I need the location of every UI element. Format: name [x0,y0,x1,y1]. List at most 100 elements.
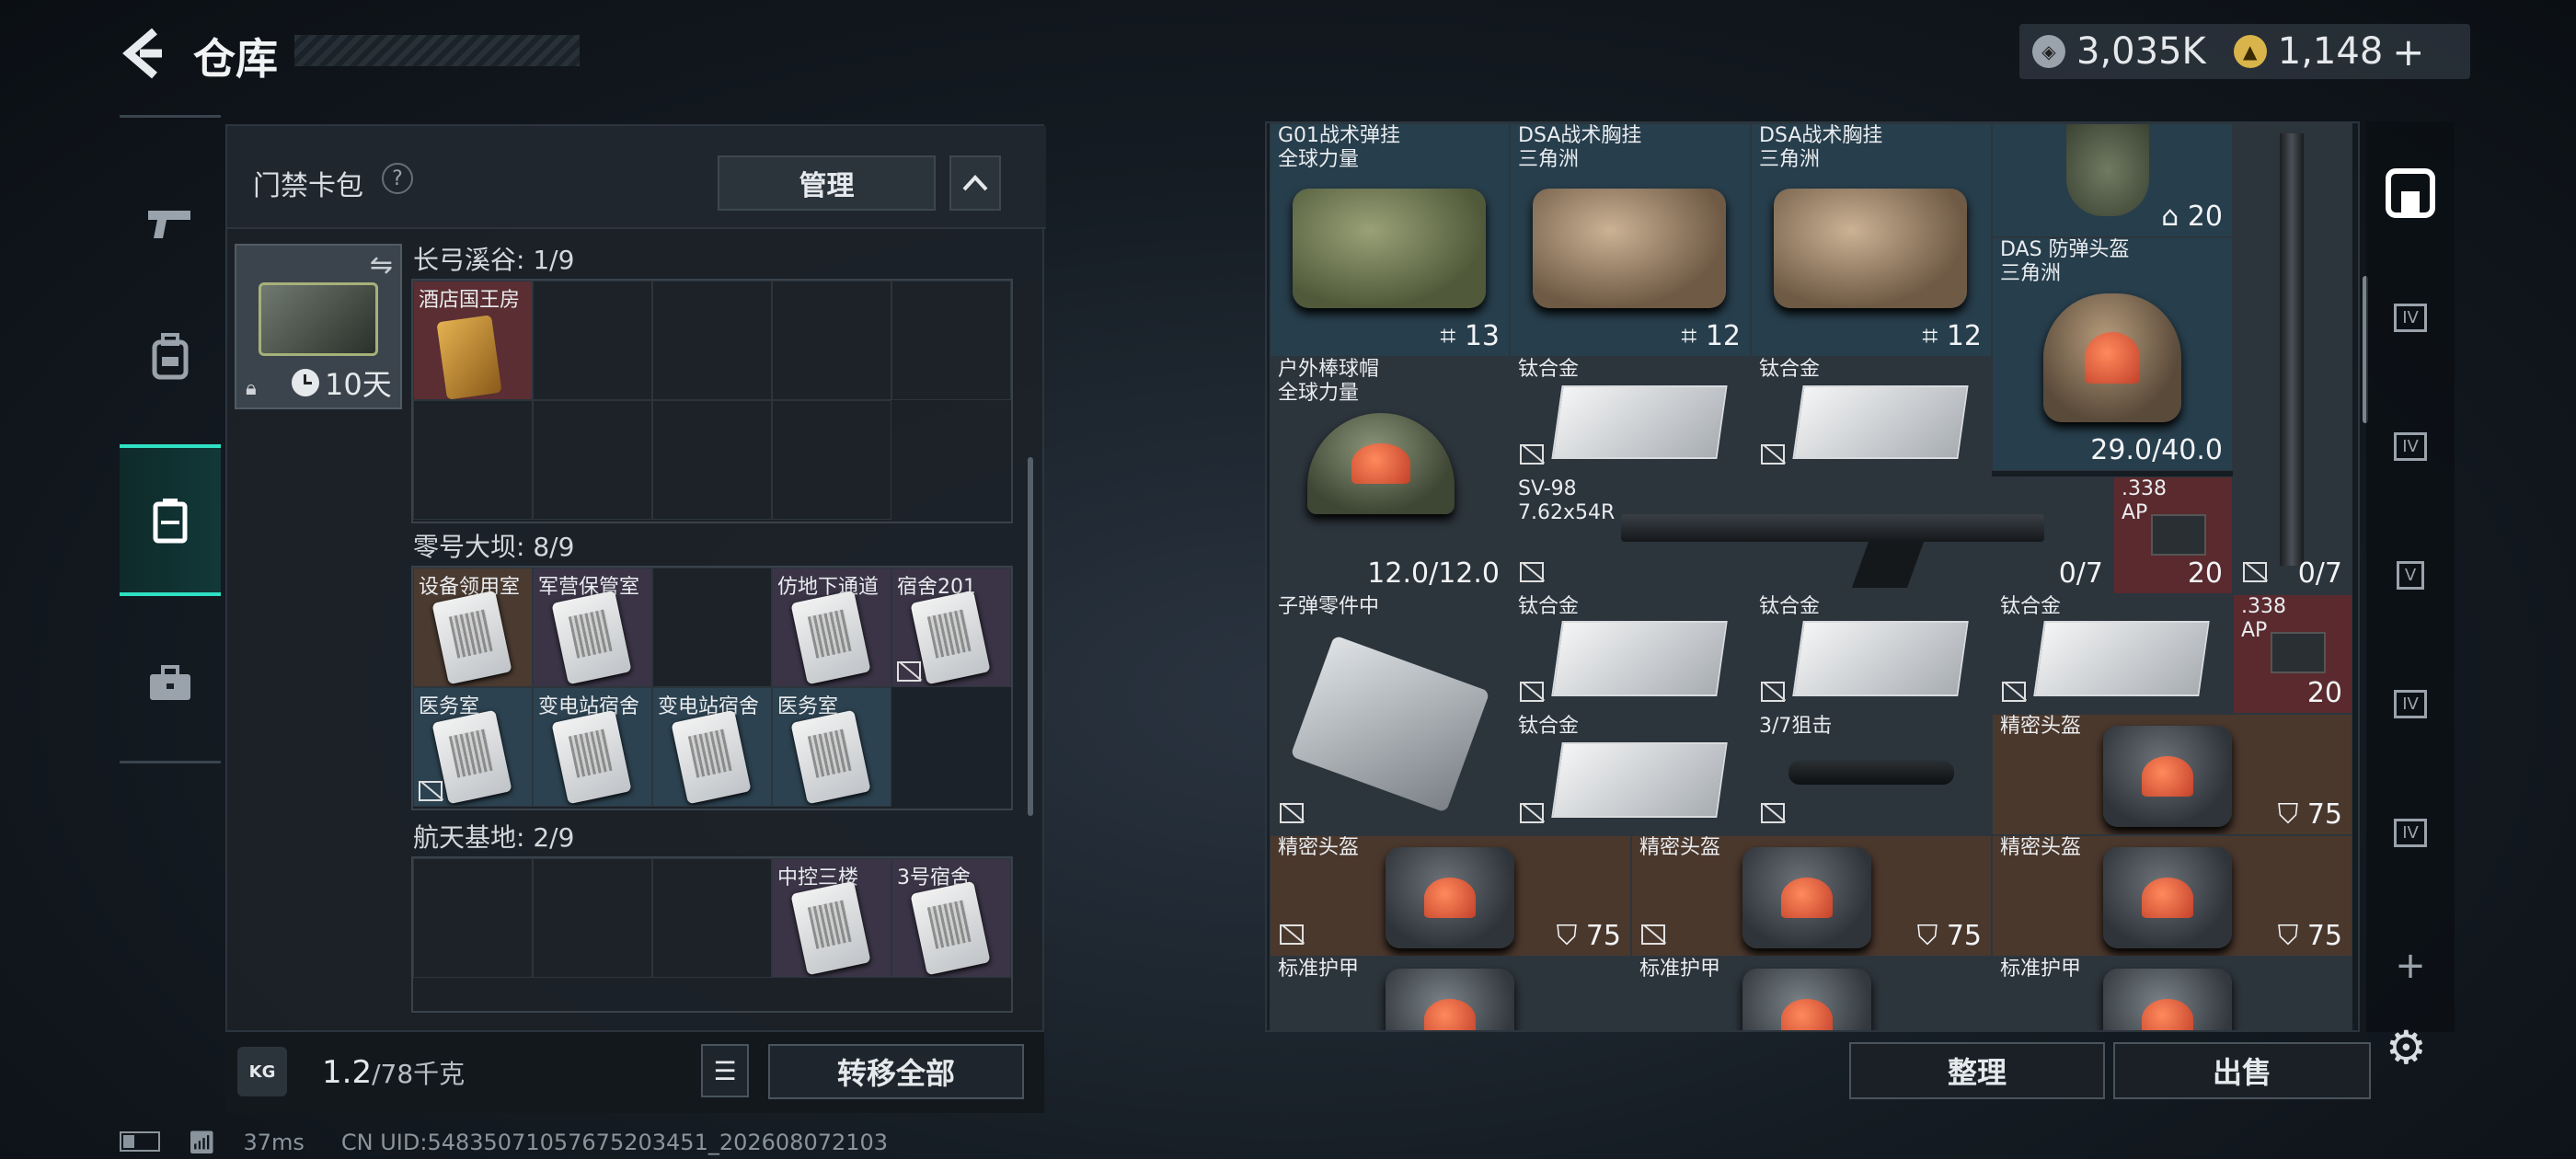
stash-item[interactable]: 标准护甲 [1270,957,1631,1030]
empty-slot[interactable] [772,400,891,520]
stash-item[interactable]: 钛合金 [1510,714,1751,835]
section-title: 长弓溪谷: 1/9 [413,245,575,275]
precision-helmet-image [1386,847,1514,948]
backpack-icon [152,333,189,380]
stash-item[interactable]: DSA战术胸挂 三角洲 ⌗ 12 [1751,123,1992,357]
stash-item[interactable]: 精密头盔 ⛉ 75 [1992,835,2352,957]
keycard-slot[interactable]: 中控三楼 [772,858,891,978]
section-title: 零号大坝: 8/9 [413,532,575,562]
empty-slot[interactable] [413,858,533,978]
add-case-button[interactable]: + [2375,931,2445,1001]
ammo-box-image [2151,514,2206,556]
stash-item[interactable]: 精密头盔 ⛉ 75 [1270,835,1631,957]
stash-item[interactable]: .338 AP 20 [2233,594,2352,714]
not-sellable-icon [419,781,443,801]
keycard-slot[interactable]: 变电站宿舍 [533,687,652,807]
stash-item[interactable]: G01战术弹挂 全球力量 ⌗ 13 [1270,123,1510,357]
not-sellable-icon [2002,682,2026,702]
empty-slot[interactable] [891,281,1011,400]
keycard-bag-slot[interactable]: ⇋ 🔒︎ 10天 [235,244,402,409]
stash-item[interactable]: 钛合金 [1751,357,1992,476]
case-icon: V [2396,560,2425,590]
manage-button[interactable]: 管理 [718,155,936,211]
armor-class: 75 [2306,920,2342,952]
case-tab[interactable]: IV [2375,798,2445,867]
case-tab[interactable]: V [2375,540,2445,610]
case-icon: IV [2394,431,2427,461]
page-title: 仓库 [193,34,278,84]
keycard-slot[interactable]: 设备领用室 [413,568,533,687]
stash-grid: G01战术弹挂 全球力量 ⌗ 13 DSA战术胸挂 三角洲 ⌗ 12 DSA战术… [1265,121,2360,1032]
keycard-slot[interactable]: 3号宿舍 [891,858,1011,978]
gear-icon[interactable]: ⚙ [2386,1021,2427,1074]
case-tab[interactable]: IV [2375,411,2445,481]
case-tab[interactable]: IV [2375,669,2445,739]
empty-slot[interactable] [413,400,533,520]
nav-equipment[interactable] [120,306,221,407]
empty-slot[interactable] [652,858,772,978]
help-icon[interactable]: ? [382,163,413,194]
not-sellable-icon [2243,562,2267,582]
collapse-button[interactable] [949,155,1001,211]
stash-item[interactable]: 0/7 [2233,123,2352,594]
stash-item[interactable]: 钛合金 [1510,357,1751,476]
stash-item[interactable]: DAS 防弹头盔 三角洲 29.0/40.0 [1992,237,2233,471]
stash-home-icon [2386,168,2435,218]
stash-item[interactable]: 钛合金 [1992,594,2233,714]
stash-item[interactable]: 3/7狙击 [1751,714,1992,835]
sell-button[interactable]: 出售 [2113,1042,2371,1099]
stash-item[interactable]: 子弹零件中 [1270,594,1510,835]
stash-item[interactable]: ⌂ 20 [1992,123,2233,237]
lock-icon: 🔒︎ [246,377,257,400]
case-icon: IV [2394,818,2427,847]
stash-item[interactable]: SV-98 7.62x54R 0/7 [1510,476,2113,594]
keycard-slot[interactable]: 医务室 [772,687,891,807]
not-sellable-icon [1761,682,1785,702]
stash-item[interactable]: 标准护甲 [1992,957,2352,1030]
empty-slot[interactable] [652,568,772,687]
nav-keycards[interactable] [120,444,221,596]
wifi-icon: 📶︎ [188,1130,216,1155]
empty-slot[interactable] [533,281,652,400]
empty-slot[interactable] [772,281,891,400]
empty-slot[interactable] [652,400,772,520]
ammo-count: 0/7 [2058,557,2103,590]
sort-button[interactable]: 整理 [1849,1042,2105,1099]
swap-icon[interactable]: ⇋ [370,249,393,281]
empty-slot[interactable] [652,281,772,400]
list-view-button[interactable]: ☰ [701,1044,749,1097]
stash-item[interactable]: 钛合金 [1510,594,1751,714]
stash-item[interactable]: 户外棒球帽 全球力量 12.0/12.0 [1270,357,1510,594]
transfer-all-button[interactable]: 转移全部 [768,1044,1024,1099]
pouch-image [2066,124,2149,216]
empty-slot[interactable] [533,400,652,520]
card-bag-image [259,282,378,356]
empty-slot[interactable] [533,858,652,978]
titanium-image [2033,621,2210,696]
case-tab[interactable]: IV [2375,282,2445,352]
left-scrollbar[interactable] [1028,457,1033,816]
chest-rig-image [1293,189,1486,308]
stash-item[interactable]: 钛合金 [1751,594,1992,714]
keycard-slot[interactable]: 医务室 [413,687,533,807]
keycard-slot[interactable]: 宿舍201 [891,568,1011,687]
silver-amount: 3,035K [2076,30,2206,73]
back-button[interactable] [120,26,166,81]
item-count: 13 [1464,320,1500,352]
keycard-slot[interactable]: 军营保管室 [533,568,652,687]
nav-tools[interactable] [120,633,221,734]
stash-item[interactable]: .338 AP 20 [2113,476,2233,594]
add-gold-button[interactable]: + [2392,29,2424,75]
precision-helmet-image [1742,847,1871,948]
stash-item[interactable]: 标准护甲 [1631,957,1992,1030]
item-count: 12 [1705,320,1741,352]
stash-item[interactable]: 精密头盔 ⛉ 75 [1631,835,1992,957]
nav-weapons[interactable] [120,178,221,270]
cap-image [1307,413,1455,514]
stash-item[interactable]: DSA战术胸挂 三角洲 ⌗ 12 [1510,123,1751,357]
stash-home-tab[interactable] [2375,158,2445,228]
keycard-slot[interactable]: 酒店国王房 [413,281,533,400]
stash-item[interactable]: 精密头盔 ⛉ 75 [1992,714,2352,835]
keycard-slot[interactable]: 变电站宿舍 [652,687,772,807]
keycard-slot[interactable]: 仿地下通道 [772,568,891,687]
